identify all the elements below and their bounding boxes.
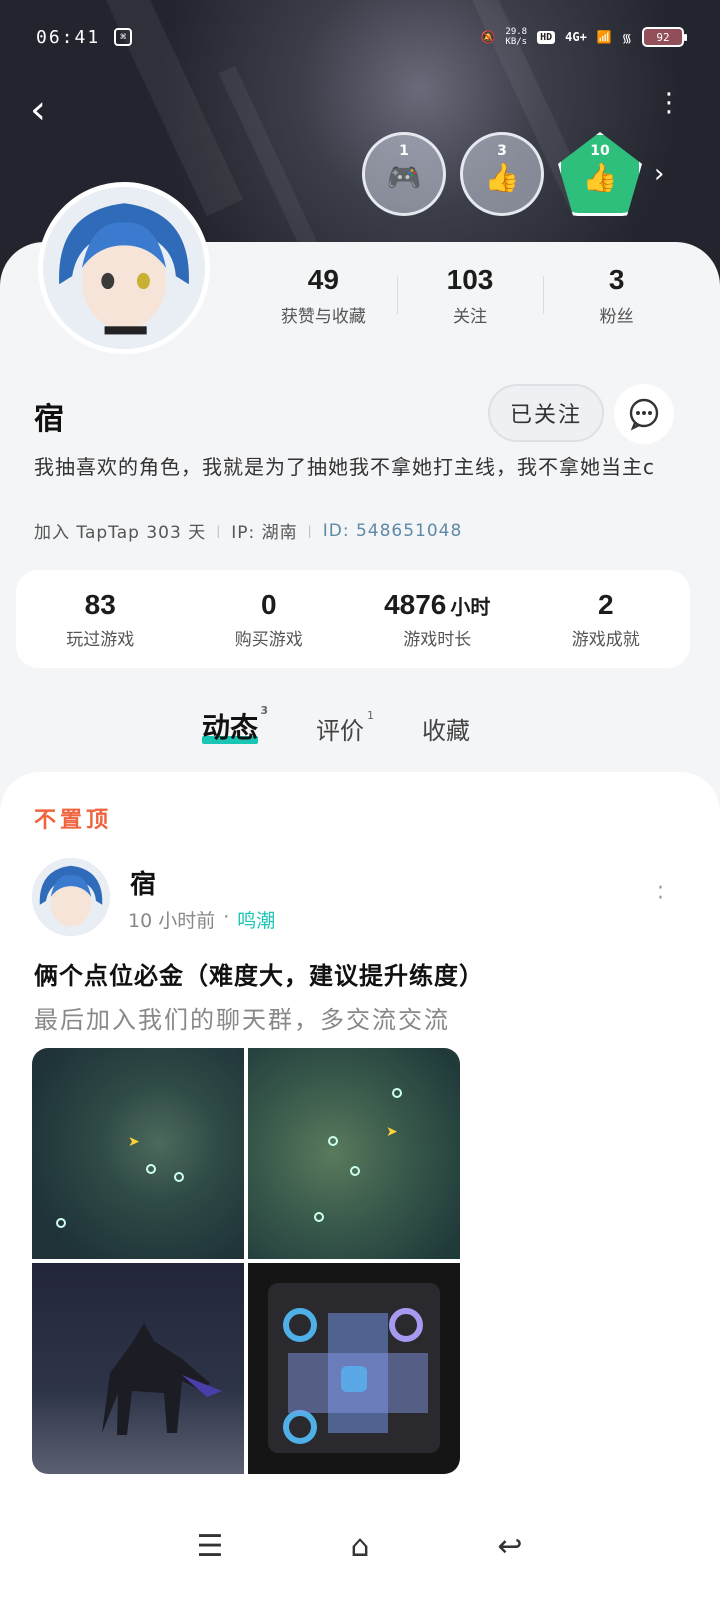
map-marker-icon: ➤: [386, 1124, 398, 1140]
battery-icon: 92: [642, 27, 687, 47]
badge-3[interactable]: 10 👍: [558, 132, 642, 216]
follow-button[interactable]: 已关注: [488, 384, 604, 442]
back-button[interactable]: ‹: [30, 88, 70, 132]
system-nav-bar: ☰ ⌂ ↩: [0, 1492, 720, 1600]
badge-row: 1 🎮 3 👍 10 👍 ›: [362, 132, 664, 216]
message-button[interactable]: [614, 384, 674, 444]
profile-stats: 49 获赞与收藏 103 关注 3 粉丝: [250, 264, 690, 327]
join-info: 加入 TapTap 303 天: [34, 523, 207, 543]
post-image-wolf[interactable]: [32, 1263, 244, 1474]
map-marker-icon: ➤: [128, 1134, 140, 1150]
stat-played-games[interactable]: 83 玩过游戏: [16, 589, 185, 650]
map-poi-icon: [146, 1164, 156, 1174]
user-id[interactable]: ID: 548651048: [323, 521, 463, 541]
separator: |: [216, 523, 222, 538]
home-icon[interactable]: ⌂: [340, 1526, 380, 1566]
post-image-grid: ➤ ➤: [32, 1048, 460, 1474]
meta-dot: ·: [223, 906, 230, 928]
avatar[interactable]: [38, 182, 210, 354]
bio-text: 我抽喜欢的角色，我就是为了抽她我不拿她打主线，我不拿她当主c: [34, 455, 655, 479]
stat-purchased-games[interactable]: 0 购买游戏: [185, 589, 354, 650]
status-bar: 06:41 ⌘ 🔕 29.8 KB/s HD 4G+ 📶 ᯾ 92: [36, 24, 687, 50]
post-avatar[interactable]: [32, 858, 110, 936]
map-poi-icon: [56, 1218, 66, 1228]
signal-icon: 4G+: [565, 30, 587, 44]
back-icon[interactable]: ↩: [490, 1526, 530, 1566]
profile-meta: 加入 TapTap 303 天 | IP: 湖南 | ID: 548651048: [34, 518, 463, 544]
controller-icon: 🎮: [386, 161, 422, 194]
profile-tabs: 动态 3 评价 1 收藏: [202, 704, 470, 746]
post-image-map-2[interactable]: ➤: [248, 1048, 460, 1259]
status-time: 06:41: [36, 26, 101, 48]
stat-play-time[interactable]: 4876 小时 游戏时长: [353, 589, 522, 650]
mute-icon: 🔕: [480, 30, 496, 44]
app-notification-icon: ⌘: [114, 28, 133, 46]
network-speed: 29.8 KB/s: [505, 27, 528, 47]
wifi-icon-2: ᯾: [621, 30, 632, 45]
menu-icon[interactable]: ☰: [190, 1526, 230, 1566]
badge-2[interactable]: 3 👍: [460, 132, 544, 216]
map-poi-icon: [392, 1088, 402, 1098]
more-options-button[interactable]: ⋮: [656, 90, 682, 126]
stat-following[interactable]: 103 关注: [396, 264, 544, 327]
tab-reviews[interactable]: 评价 1: [316, 709, 374, 746]
badge-1[interactable]: 1 🎮: [362, 132, 446, 216]
chat-bubble-icon: [629, 398, 659, 431]
ip-info: IP: 湖南: [231, 523, 298, 543]
post-image-qr-code[interactable]: [248, 1263, 460, 1474]
post-time: 10 小时前: [128, 910, 216, 932]
post-more-icon[interactable]: · ·: [657, 878, 664, 910]
feed: 不置顶 宿 10 小时前 · 鸣潮 · · 俩个点位必金（难度大，建议提升练度） …: [0, 772, 720, 1492]
map-poi-icon: [174, 1172, 184, 1182]
stat-achievements[interactable]: 2 游戏成就: [522, 589, 691, 650]
post-meta: 10 小时前 · 鸣潮: [128, 906, 275, 933]
game-stats-card: 83 玩过游戏 0 购买游戏 4876 小时 游戏时长 2 游戏成就: [16, 570, 690, 668]
post-author[interactable]: 宿: [130, 864, 156, 901]
post-image-map-1[interactable]: ➤: [32, 1048, 244, 1259]
chevron-right-icon[interactable]: ›: [654, 159, 664, 189]
post-body[interactable]: 最后加入我们的聊天群，多交流交流: [34, 1000, 450, 1035]
stat-followers[interactable]: 3 粉丝: [543, 264, 690, 327]
hd-icon: HD: [537, 30, 556, 44]
thumbs-up-icon: 👍: [582, 161, 618, 194]
pinned-label[interactable]: 不置顶: [34, 802, 112, 834]
post-game-tag[interactable]: 鸣潮: [237, 906, 275, 933]
tab-favorites[interactable]: 收藏: [422, 711, 470, 746]
thumbs-up-icon: 👍: [484, 161, 520, 194]
map-poi-icon: [350, 1166, 360, 1176]
separator: |: [307, 523, 313, 538]
post-title[interactable]: 俩个点位必金（难度大，建议提升练度）: [34, 956, 484, 991]
map-poi-icon: [314, 1212, 324, 1222]
wifi-icon: 📶: [596, 30, 612, 44]
tab-activity[interactable]: 动态 3: [202, 704, 268, 746]
username: 宿: [34, 402, 64, 437]
stat-likes[interactable]: 49 获赞与收藏: [250, 264, 397, 327]
map-poi-icon: [328, 1136, 338, 1146]
